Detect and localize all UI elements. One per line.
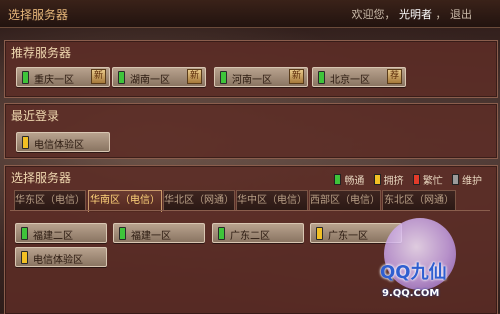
server-name: 北京一区 xyxy=(330,75,370,86)
status-indicator xyxy=(21,251,28,264)
server-button-telecom-trial-recent[interactable]: 电信体验区 xyxy=(16,132,110,152)
select-title: 选择服务器 xyxy=(11,171,72,185)
server-name: 电信体验区 xyxy=(34,140,84,151)
new-badge: 新 xyxy=(187,69,202,84)
welcome-text: 欢迎您， xyxy=(351,8,396,21)
tab-south-china-telecom[interactable]: 华南区（电信） xyxy=(88,190,162,212)
server-button-telecom-trial[interactable]: 电信体验区 xyxy=(15,247,107,267)
tab-central-china-telecom[interactable]: 华中区（电信） xyxy=(236,190,308,211)
legend-crowded: 拥挤 xyxy=(373,172,404,187)
server-button-chongqing-1[interactable]: 重庆一区 新 xyxy=(16,67,110,87)
game-logo: QQ九仙 9.QQ.COM xyxy=(372,218,494,308)
user-info: 欢迎您， 光明者 ， 退出 xyxy=(352,6,473,22)
server-name: 河南一区 xyxy=(232,75,272,86)
status-indicator xyxy=(22,136,29,149)
recommended-panel: 推荐服务器 重庆一区 新 湖南一区 新 河南一区 新 北京一区 荐 xyxy=(4,40,498,98)
status-indicator xyxy=(22,71,29,84)
legend-swatch xyxy=(334,174,342,185)
tab-west-telecom[interactable]: 西部区（电信） xyxy=(309,190,381,211)
page-title: 选择服务器 xyxy=(8,8,69,22)
logout-link[interactable]: 退出 xyxy=(450,8,472,21)
server-name: 福建二区 xyxy=(33,231,73,242)
legend-ok: 畅通 xyxy=(334,172,364,187)
server-button-beijing-1[interactable]: 北京一区 荐 xyxy=(312,67,406,87)
server-name: 广东一区 xyxy=(328,231,368,242)
server-button-fujian-1[interactable]: 福建一区 xyxy=(113,223,205,243)
top-bar: 选择服务器 欢迎您， 光明者 ， 退出 xyxy=(0,0,500,28)
status-indicator xyxy=(318,71,325,84)
legend-maintenance: 维护 xyxy=(452,172,482,187)
status-indicator xyxy=(119,227,126,240)
server-button-guangdong-2[interactable]: 广东二区 xyxy=(212,223,304,243)
legend-swatch xyxy=(452,174,459,185)
recommend-badge: 荐 xyxy=(387,69,402,84)
status-indicator xyxy=(21,227,28,240)
status-legend: 畅通 拥挤 繁忙 维护 xyxy=(328,172,482,187)
server-button-henan-1[interactable]: 河南一区 新 xyxy=(214,67,308,87)
new-badge: 新 xyxy=(91,69,106,84)
new-badge: 新 xyxy=(289,69,304,84)
recommended-title: 推荐服务器 xyxy=(11,46,72,60)
server-name: 广东二区 xyxy=(230,231,270,242)
status-indicator xyxy=(316,227,323,240)
server-name: 湖南一区 xyxy=(130,75,170,86)
status-indicator xyxy=(220,71,227,84)
server-name: 重庆一区 xyxy=(34,75,74,86)
recent-panel: 最近登录 电信体验区 xyxy=(4,103,498,159)
username: 光明者 xyxy=(399,8,432,21)
tab-underline xyxy=(10,210,490,211)
legend-swatch xyxy=(373,174,381,185)
server-button-fujian-2[interactable]: 福建二区 xyxy=(15,223,107,243)
legend-busy: 繁忙 xyxy=(412,172,443,187)
status-indicator xyxy=(118,71,125,84)
recent-title: 最近登录 xyxy=(11,109,60,123)
tab-northeast-netcom[interactable]: 东北区（网通） xyxy=(382,190,456,211)
server-name: 电信体验区 xyxy=(33,255,83,266)
server-name: 福建一区 xyxy=(131,231,171,242)
separator: ， xyxy=(435,8,447,21)
logo-url: 9.QQ.COM xyxy=(382,288,440,299)
tab-east-china-telecom[interactable]: 华东区（电信） xyxy=(14,190,86,211)
server-button-hunan-1[interactable]: 湖南一区 新 xyxy=(112,67,206,87)
logo-title: QQ九仙 xyxy=(380,262,447,283)
legend-swatch xyxy=(412,174,420,185)
status-indicator xyxy=(218,227,225,240)
tab-north-china-netcom[interactable]: 华北区（网通） xyxy=(163,190,235,211)
